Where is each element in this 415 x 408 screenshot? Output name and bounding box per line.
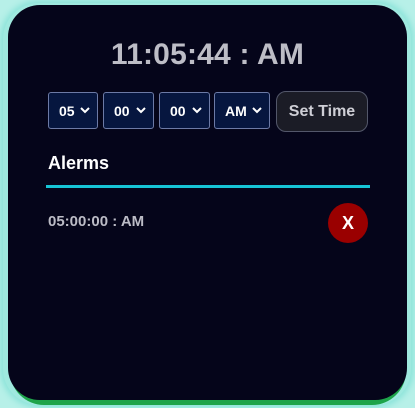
delete-alarm-button[interactable]: X (328, 203, 368, 243)
chevron-down-icon (80, 107, 90, 114)
current-time-display: 11:05:44 : AM (110, 38, 305, 71)
alarms-heading: Alerms (48, 153, 110, 173)
period-select-value: AM (225, 102, 247, 119)
minute-select-value: 00 (114, 102, 130, 119)
alarm-clock-card: 11:05:44 : AM 05 00 00 AM Set Time Alerm… (8, 5, 407, 400)
period-select[interactable]: AM (214, 92, 270, 129)
second-select[interactable]: 00 (159, 92, 210, 129)
alarms-divider (46, 185, 370, 188)
alarm-item-time: 05:00:00 : AM (48, 213, 145, 230)
set-time-button[interactable]: Set Time (276, 91, 368, 132)
second-select-value: 00 (170, 102, 186, 119)
chevron-down-icon (192, 107, 202, 114)
hour-select[interactable]: 05 (48, 92, 98, 129)
hour-select-value: 05 (59, 102, 75, 119)
chevron-down-icon (136, 107, 146, 114)
minute-select[interactable]: 00 (103, 92, 154, 129)
chevron-down-icon (252, 107, 262, 114)
